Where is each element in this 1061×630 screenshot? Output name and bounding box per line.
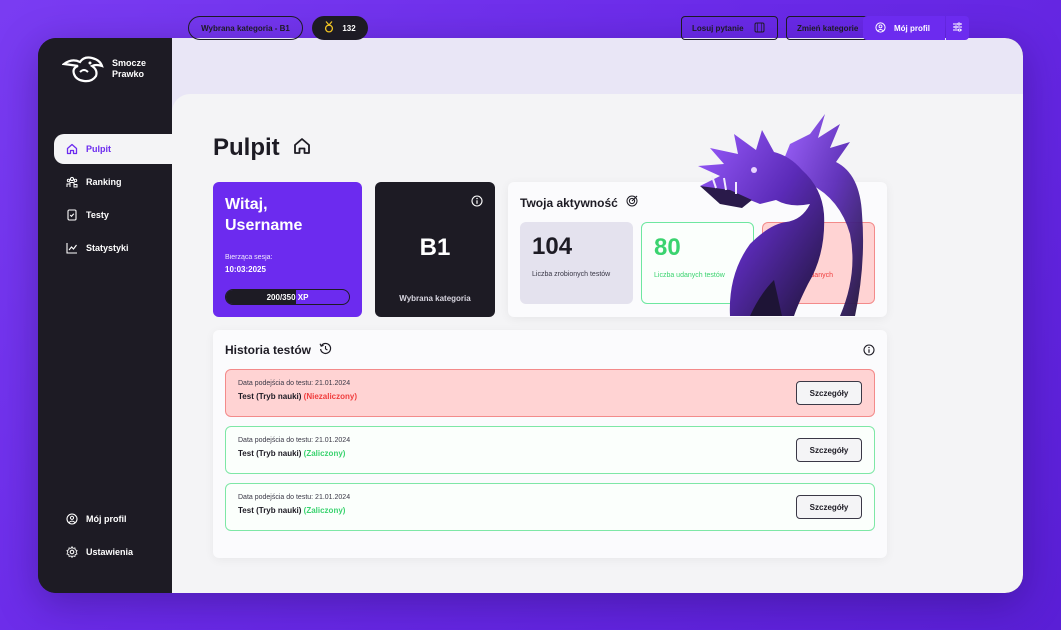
dragon-logo-icon [62,56,104,83]
points-badge[interactable]: 132 [312,16,368,40]
change-category-label: Zmień kategorie [797,23,859,33]
stat-total-tests: 104 Liczba zrobionych testów [520,222,633,304]
gear-icon [66,546,78,558]
xp-progress-bar: 200/350 XP [225,289,350,305]
sidebar-item-label: Pulpit [86,144,111,154]
history-title: Historia testów [225,342,332,358]
sidebar-item-settings[interactable]: Ustawienia [54,537,172,567]
test-document-icon [66,209,78,221]
sidebar-item-label: Mój profil [86,514,127,524]
page-title: Pulpit [213,134,312,162]
statistics-chart-icon [66,242,78,254]
sidebar-item-profile[interactable]: Mój profil [54,504,172,534]
my-profile-button[interactable]: Mój profil [863,16,945,40]
history-date: Data podejścia do testu: 21.01.2024 [238,380,351,387]
stat-failed-tests: 24 Liczba nieudanych testów [762,222,875,304]
history-clock-icon [319,342,332,358]
selected-category-label: Wybrana kategoria - B1 [201,23,290,33]
random-question-label: Losuj pytanie [692,23,744,33]
history-date: Data podejścia do testu: 21.01.2024 [238,437,351,444]
target-icon [626,195,638,210]
history-test-name: Test (Tryb nauki) (Zaliczony) [238,506,862,515]
history-date: Data podejścia do testu: 21.01.2024 [238,494,351,501]
stat-passed-tests: 80 Liczba udanych testów [641,222,754,304]
welcome-card: Witaj, Username Bierząca sesja: 10:03:20… [213,182,362,317]
sidebar-item-label: Statystyki [86,243,129,253]
dice-icon [754,22,765,35]
xp-progress-text: 200/350 XP [266,293,309,302]
sliders-icon [952,19,963,37]
my-profile-label: Mój profil [894,23,930,33]
sidebar-bottom-nav: Mój profil Ustawienia [54,504,172,570]
history-test-title: Test (Tryb nauki) [238,392,302,401]
home-icon [292,136,312,161]
history-row: Data podejścia do testu: 21.01.2024 Test… [225,369,875,417]
history-row: Data podejścia do testu: 21.01.2024 Test… [225,483,875,531]
sidebar: Smocze Prawko Pulpit Ranking Testy Staty… [38,38,172,593]
stat-failed-label: Liczba nieudanych testów [775,272,833,289]
session-value: 10:03:2025 [225,265,266,274]
topbar [172,38,1023,94]
test-history-card: Historia testów Data podejścia do testu:… [213,330,887,558]
details-button[interactable]: Szczegóły [796,438,862,462]
activity-card: Twoja aktywność 104 Liczba zrobionych te… [508,182,887,317]
category-card: B1 Wybrana kategoria [375,182,495,317]
history-test-title: Test (Tryb nauki) [238,449,302,458]
stat-total-value: 104 [532,233,573,260]
info-icon[interactable] [471,194,483,207]
filter-settings-button[interactable] [946,16,969,40]
welcome-username: Username [225,217,303,234]
details-button[interactable]: Szczegóły [796,495,862,519]
activity-title-text: Twoja aktywność [520,195,618,210]
home-icon [66,143,78,155]
history-status-passed: (Zaliczony) [303,449,346,458]
details-button[interactable]: Szczegóły [796,381,862,405]
user-circle-icon [875,21,886,35]
random-question-button[interactable]: Losuj pytanie [681,16,778,40]
user-circle-icon [66,513,78,525]
sidebar-item-testy[interactable]: Testy [54,200,172,230]
welcome-greeting: Witaj, [225,196,268,213]
sidebar-item-label: Ranking [86,177,122,187]
history-status-failed: (Niezaliczony) [303,392,357,401]
medal-icon [324,21,334,35]
sidebar-item-label: Testy [86,210,109,220]
history-title-text: Historia testów [225,343,312,357]
category-label: Wybrana kategoria [399,294,471,303]
history-row: Data podejścia do testu: 21.01.2024 Test… [225,426,875,474]
logo-text-line1: Smocze [112,58,147,68]
category-value: B1 [419,234,451,261]
sidebar-nav: Pulpit Ranking Testy Statystyki [54,134,172,266]
info-icon[interactable] [863,343,875,356]
stat-failed-value: 24 [775,234,802,261]
page-title-text: Pulpit [213,134,280,161]
stat-total-label: Liczba zrobionych testów [532,271,611,278]
points-value: 132 [342,23,356,33]
sidebar-item-statystyki[interactable]: Statystyki [54,233,172,263]
history-test-name: Test (Tryb nauki) (Niezaliczony) [238,392,862,401]
stat-passed-value: 80 [654,234,681,261]
app-logo[interactable]: Smocze Prawko [62,54,146,84]
activity-title: Twoja aktywność [520,195,638,210]
stat-passed-label: Liczba udanych testów [654,272,725,279]
history-test-title: Test (Tryb nauki) [238,506,302,515]
sidebar-item-pulpit[interactable]: Pulpit [54,134,172,164]
selected-category-pill[interactable]: Wybrana kategoria - B1 [188,16,303,40]
logo-text-line2: Prawko [112,69,145,79]
session-label: Bierząca sesja: [225,254,273,261]
sidebar-item-label: Ustawienia [86,547,134,557]
sidebar-item-ranking[interactable]: Ranking [54,167,172,197]
history-test-name: Test (Tryb nauki) (Zaliczony) [238,449,862,458]
ranking-users-icon [66,176,78,188]
history-status-passed: (Zaliczony) [303,506,346,515]
